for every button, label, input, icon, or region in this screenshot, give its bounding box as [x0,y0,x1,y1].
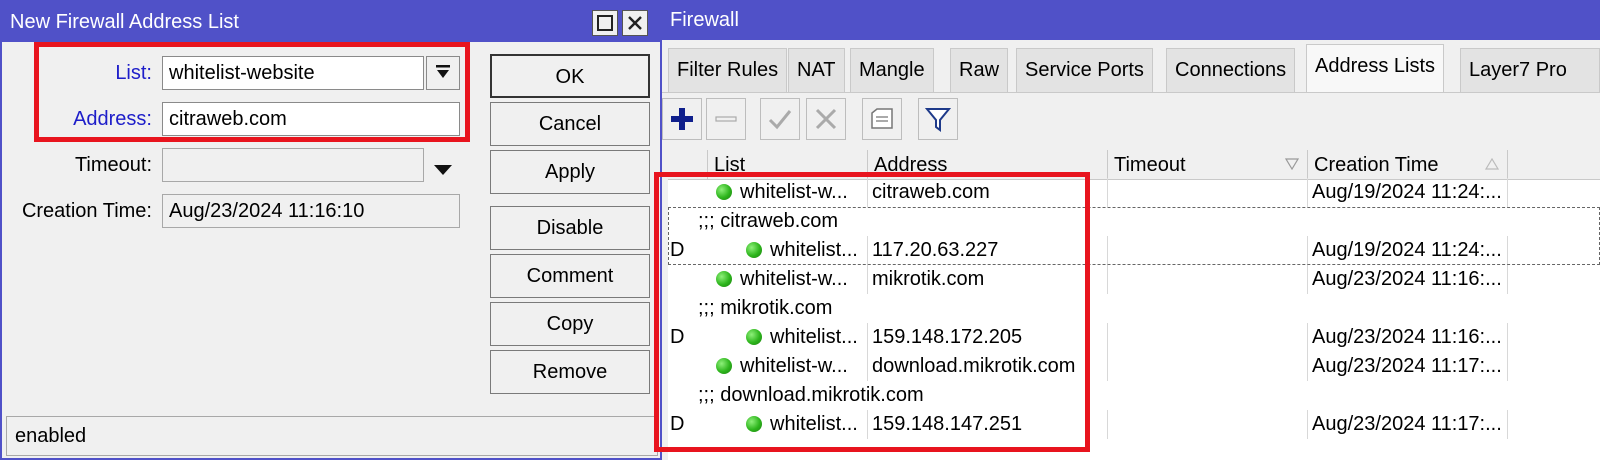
row-creation-time: Aug/23/2024 11:16:... [1312,323,1508,352]
row-timeout [1108,323,1308,352]
dialog-title: New Firewall Address List [10,11,239,33]
row-timeout [1108,410,1308,439]
row-creation-time: Aug/19/2024 11:24:... [1312,178,1508,207]
disable-icon [815,108,837,130]
enable-icon [768,110,792,130]
cancel-button[interactable]: Cancel [490,102,650,146]
new-address-list-dialog: New Firewall Address List List: whitelis… [0,0,662,460]
disable-button-toolbar[interactable] [806,98,846,140]
tab-filter-rules[interactable]: Filter Rules [668,48,788,92]
add-icon [671,108,693,130]
creation-time-field: Aug/23/2024 11:16:10 [162,194,460,228]
comment-button[interactable]: Comment [490,254,650,298]
row-creation-time: Aug/23/2024 11:16:... [1312,265,1508,294]
extra-column-header [1508,150,1600,180]
tab-layer7-protocols[interactable]: Layer7 Pro [1460,48,1600,92]
row-timeout [1108,236,1308,265]
timeout-label: Timeout: [74,154,152,176]
filter-button[interactable] [918,98,958,140]
dialog-title-bar[interactable]: New Firewall Address List [2,2,660,42]
tab-service-ports[interactable]: Service Ports [1016,48,1153,92]
firewall-title: Firewall [670,9,739,31]
remove-button[interactable]: Remove [490,350,650,394]
firewall-window: Firewall Filter Rules NAT Mangle Raw Ser… [654,0,1600,460]
close-icon [628,16,642,30]
sort-icon [1285,158,1299,170]
tab-connections[interactable]: Connections [1166,48,1296,92]
comment-icon [871,108,893,129]
timeout-dropdown-arrow-icon[interactable] [434,160,452,183]
add-button[interactable] [662,98,702,140]
tab-mangle[interactable]: Mangle [850,48,934,92]
row-timeout [1108,352,1308,381]
creation-time-column-header[interactable]: Creation Time [1308,150,1508,180]
apply-button[interactable]: Apply [490,150,650,194]
remove-icon [715,116,737,122]
highlight-box [34,42,470,142]
disable-button[interactable]: Disable [490,206,650,250]
status-bar: enabled [6,416,658,456]
firewall-title-bar[interactable]: Firewall [662,0,1600,40]
row-timeout [1108,178,1308,207]
tab-address-lists[interactable]: Address Lists [1306,44,1445,92]
timeout-field[interactable] [162,148,424,182]
creation-time-header-label: Creation Time [1314,154,1439,176]
row-creation-time: Aug/23/2024 11:17:... [1312,410,1508,439]
timeout-column-header[interactable]: Timeout [1108,150,1308,180]
close-button[interactable] [622,10,648,36]
copy-button[interactable]: Copy [490,302,650,346]
row-creation-time: Aug/19/2024 11:24:... [1312,236,1508,265]
tab-nat[interactable]: NAT [788,48,845,92]
row-timeout [1108,265,1308,294]
tab-divider [662,92,1600,93]
row-creation-time: Aug/23/2024 11:17:... [1312,352,1508,381]
sort-ascending-icon [1485,158,1499,170]
enable-button[interactable] [760,98,800,140]
comment-toolbar-button[interactable] [862,98,902,140]
maximize-icon [597,15,613,31]
highlight-box [654,172,1090,452]
ok-button[interactable]: OK [490,54,650,98]
maximize-button[interactable] [592,10,618,36]
tab-raw[interactable]: Raw [950,48,1009,92]
timeout-header-label: Timeout [1114,154,1186,176]
filter-icon [925,108,951,132]
creation-time-label: Creation Time: [21,200,152,222]
remove-item-button[interactable] [706,98,746,140]
